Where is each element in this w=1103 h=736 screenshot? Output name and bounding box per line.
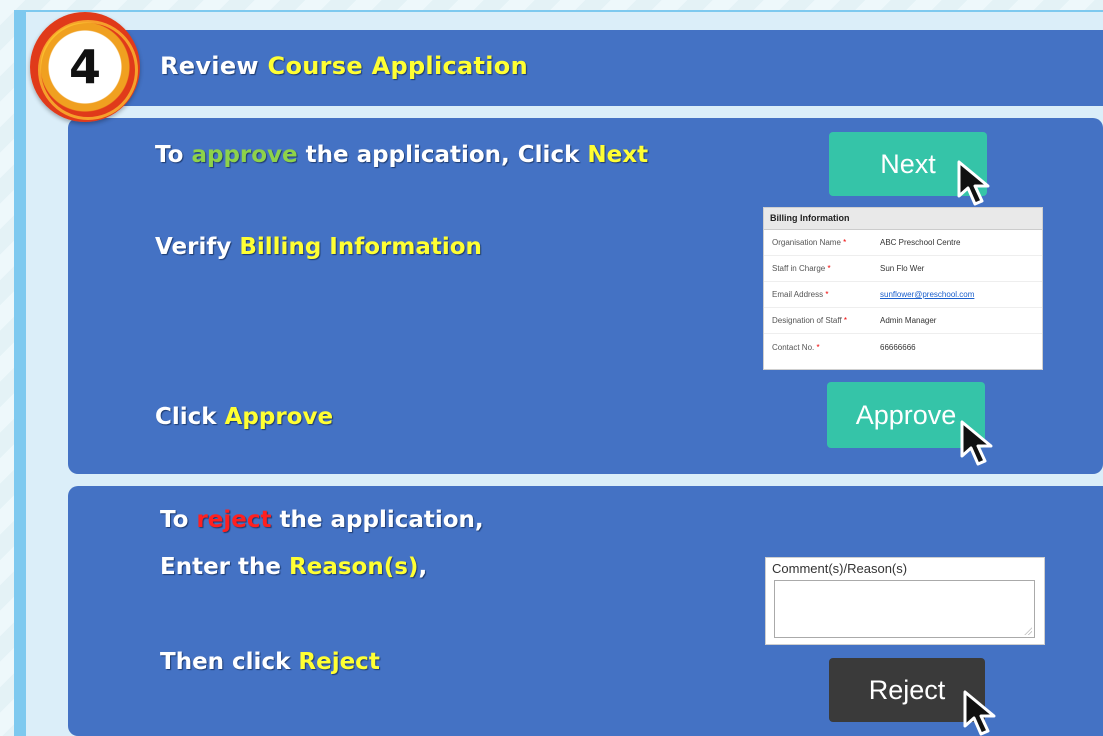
text: Verify: [155, 234, 240, 260]
billing-row: Designation of Staff * Admin Manager: [764, 308, 1042, 334]
billing-label: Email Address *: [764, 290, 880, 299]
label-text: Organisation Name: [772, 238, 841, 247]
label-text: Contact No.: [772, 342, 815, 352]
text: To: [160, 507, 197, 533]
billing-value: Sun Flo Wer: [880, 264, 925, 273]
label-text: Staff in Charge: [772, 264, 826, 273]
required-mark: *: [843, 238, 847, 247]
resize-handle-icon[interactable]: [1024, 627, 1032, 635]
required-mark: *: [843, 316, 848, 325]
billing-row: Email Address * sunflower@preschool.com: [764, 282, 1042, 308]
reject-word: reject: [196, 507, 272, 533]
approve-word-highlight: Approve: [224, 404, 334, 430]
step-title-prefix: Review: [160, 52, 268, 80]
billing-value: 66666666: [880, 342, 916, 352]
billing-label: Organisation Name *: [764, 238, 880, 247]
mouse-cursor-icon: [957, 160, 990, 206]
step-title-highlight: Course Application: [267, 52, 528, 80]
click-approve-instruction: Click Approve: [155, 404, 333, 430]
billing-word: Billing Information: [239, 234, 482, 260]
label-text: Email Address: [772, 290, 824, 299]
text: Click: [155, 404, 225, 430]
label-text: Designation of Staff: [772, 316, 842, 325]
step-title: Review Course Application: [160, 52, 528, 80]
reject-instruction: To reject the application,: [160, 507, 484, 533]
required-mark: *: [825, 290, 829, 299]
text: the application,: [271, 507, 484, 533]
approve-word: approve: [191, 142, 298, 168]
billing-label: Contact No. *: [764, 343, 880, 352]
text: Then click: [160, 649, 299, 675]
billing-value: ABC Preschool Centre: [880, 238, 961, 247]
mouse-cursor-icon: [960, 420, 993, 466]
billing-label: Designation of Staff *: [764, 316, 880, 325]
enter-reasons-instruction: Enter the Reason(s),: [160, 554, 427, 580]
comment-label: Comment(s)/Reason(s): [772, 561, 908, 576]
required-mark: *: [827, 264, 831, 273]
verify-billing-instruction: Verify Billing Information: [155, 234, 482, 260]
billing-row: Organisation Name * ABC Preschool Centre: [764, 230, 1042, 256]
step-number-badge: 4: [68, 40, 101, 94]
billing-label: Staff in Charge *: [764, 264, 880, 273]
billing-row: Staff in Charge * Sun Flo Wer: [764, 256, 1042, 282]
billing-email-link[interactable]: sunflower@preschool.com: [880, 290, 974, 299]
reject-word-highlight: Reject: [298, 649, 380, 675]
required-mark: *: [816, 342, 820, 352]
billing-value: Admin Manager: [880, 316, 937, 325]
text: Enter the: [160, 554, 290, 580]
billing-row: Contact No. * 66666666: [764, 334, 1042, 360]
comment-reason-textarea[interactable]: [774, 580, 1035, 638]
text: To: [155, 142, 192, 168]
text: the application, Click: [297, 142, 588, 168]
reasons-word: Reason(s): [289, 554, 419, 580]
billing-heading: Billing Information: [764, 208, 1042, 230]
approve-instruction: To approve the application, Click Next: [155, 142, 648, 168]
mouse-cursor-icon: [963, 690, 996, 736]
click-reject-instruction: Then click Reject: [160, 649, 380, 675]
next-word: Next: [587, 142, 649, 168]
billing-information-panel: Billing Information Organisation Name * …: [763, 207, 1043, 370]
text: ,: [418, 554, 428, 580]
comment-reason-box: Comment(s)/Reason(s): [765, 557, 1045, 645]
